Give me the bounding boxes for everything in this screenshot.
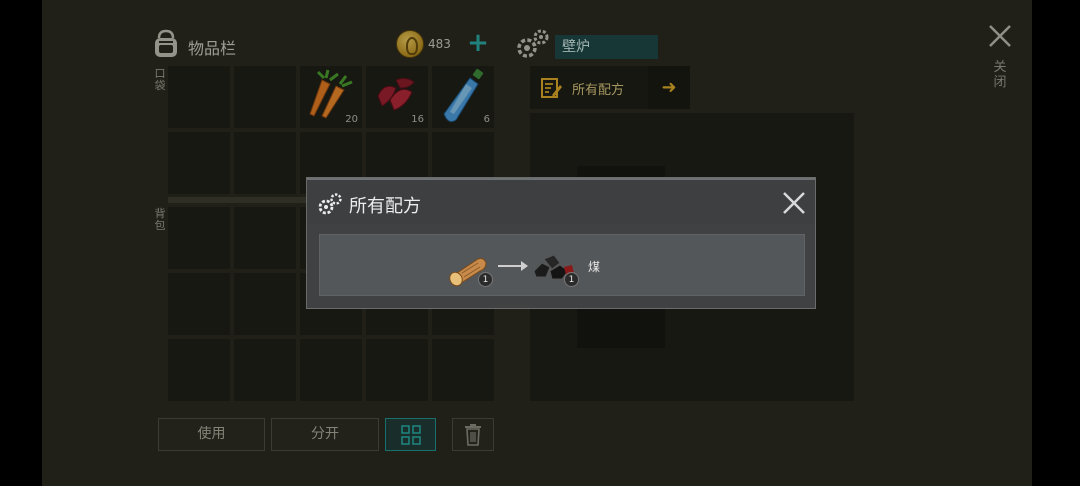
ingredient-qty-badge: 1 <box>478 272 493 287</box>
recipes-modal: 所有配方 1 1 煤 <box>306 177 816 309</box>
gears-icon <box>318 193 342 215</box>
modal-title: 所有配方 <box>349 196 421 217</box>
recipe-row[interactable]: 1 1 煤 <box>319 234 805 296</box>
arrow-head <box>521 261 528 271</box>
product-item: 1 <box>528 247 579 287</box>
close-icon[interactable] <box>781 190 807 216</box>
product-qty-badge: 1 <box>564 272 579 287</box>
ingredient-item: 1 <box>446 247 493 287</box>
product-name: 煤 <box>588 260 601 274</box>
modal-header: 所有配方 <box>307 178 815 224</box>
